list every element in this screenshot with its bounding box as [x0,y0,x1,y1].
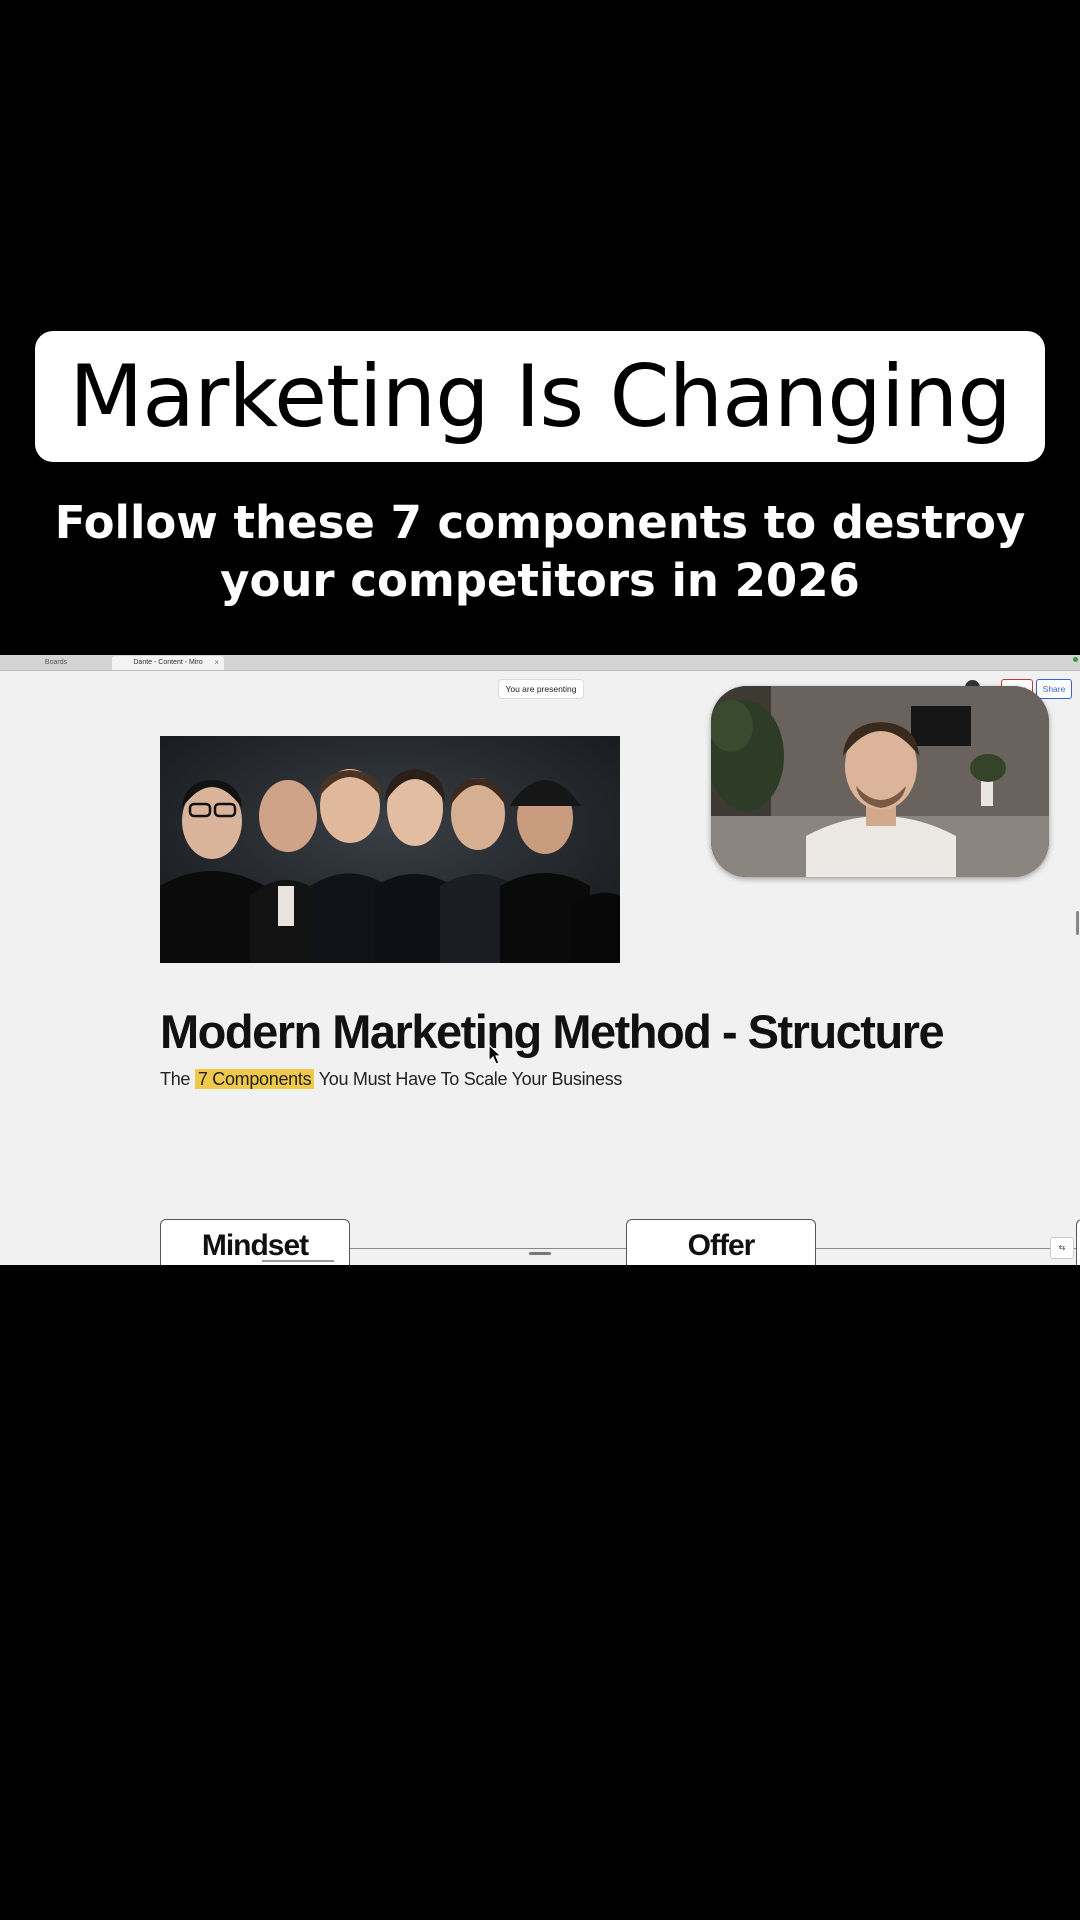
overlay-subtitle: Follow these 7 components to destroy you… [0,494,1080,610]
tab-boards[interactable]: Boards [0,656,112,670]
card-label: Offer [687,1229,756,1262]
subheading-suffix: You Must Have To Scale Your Business [318,1069,623,1089]
presenter-webcam [711,686,1049,877]
presenting-indicator: You are presenting [498,679,584,699]
tab-miro-board[interactable]: Dante - Content - Miro × [112,656,224,670]
team-photo [160,736,620,963]
card-mindset[interactable]: Mindset [160,1219,350,1265]
subheading-prefix: The [160,1069,191,1089]
tab-label: Boards [44,659,68,666]
connector-line [814,1248,1076,1249]
browser-tab-bar: Boards Dante - Content - Miro × [0,655,1080,671]
card-offer[interactable]: Offer [626,1219,816,1265]
board-subheading: The 7 Components You Must Have To Scale … [160,1069,622,1090]
close-icon[interactable]: × [214,656,219,670]
overlay-title: Marketing Is Changing [69,346,1012,447]
drag-handle[interactable] [529,1252,551,1255]
connector-line [348,1248,626,1249]
subheading-highlight: 7 Components [194,1069,315,1089]
subtitle-line-1: Follow these 7 components to destroy [54,496,1026,549]
divider [262,1260,334,1262]
card-partial[interactable] [1076,1219,1080,1265]
title-card: Marketing Is Changing [35,331,1045,462]
vertical-scrollbar[interactable] [1076,911,1079,935]
share-button[interactable]: Share [1036,679,1072,699]
mouse-cursor-icon [488,1044,502,1065]
subtitle-line-2: your competitors in 2026 [220,554,860,607]
settings-icon[interactable]: ⇆ [1050,1237,1074,1259]
board-heading: Modern Marketing Method - Structure [160,1005,945,1058]
presenter-video [711,686,1049,877]
tab-label: Dante - Content - Miro [133,659,203,666]
team-photo-illustration [160,736,620,963]
screen-recording: Boards Dante - Content - Miro × You are … [0,655,1080,1265]
status-dot-icon [1073,657,1078,662]
card-label: Mindset [201,1229,309,1262]
